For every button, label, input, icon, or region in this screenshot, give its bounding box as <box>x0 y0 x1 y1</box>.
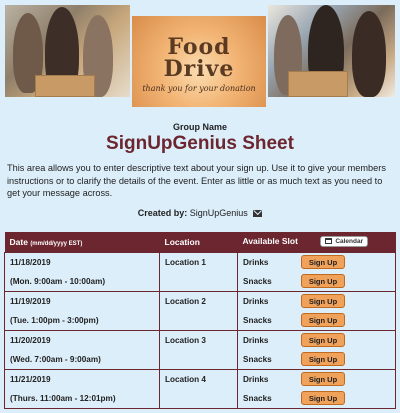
group-name: Group Name <box>172 122 227 132</box>
sign-up-button[interactable]: Sign Up <box>301 255 345 269</box>
calendar-icon <box>325 238 333 245</box>
slot-date: 11/20/2019 <box>10 335 51 345</box>
page-title: SignUpGenius Sheet <box>106 133 294 154</box>
slot-name: Snacks <box>243 276 272 286</box>
sign-up-button[interactable]: Sign Up <box>301 313 345 327</box>
slot-name: Drinks <box>243 257 269 267</box>
slot-name: Drinks <box>243 374 269 384</box>
mail-icon[interactable] <box>253 210 263 217</box>
slot-location: Location 2 <box>165 296 206 306</box>
date-cell: 11/19/2019 (Tue. 1:00pm - 3:00pm) <box>4 290 160 331</box>
slot-time: (Tue. 1:00pm - 3:00pm) <box>10 315 99 325</box>
sign-up-button[interactable]: Sign Up <box>301 391 345 405</box>
slots-cell: Drinks Sign Up Snacks Sign Up <box>237 368 396 409</box>
sign-up-button[interactable]: Sign Up <box>301 294 345 308</box>
slots-cell: Drinks Sign Up Snacks Sign Up <box>237 329 396 370</box>
location-cell: Location 4 <box>159 368 238 409</box>
sign-up-button[interactable]: Sign Up <box>301 372 345 386</box>
location-cell: Location 1 <box>159 251 238 292</box>
food-drive-logo: Food Drive thank you for your donation <box>132 16 266 107</box>
col-slot-header: Available Slot Calendar <box>238 232 396 252</box>
table-row: 11/18/2019 (Mon. 9:00am - 10:00am) Locat… <box>4 251 396 292</box>
slot-time: (Thurs. 11:00am - 12:01pm) <box>10 393 116 403</box>
date-cell: 11/18/2019 (Mon. 9:00am - 10:00am) <box>4 251 160 292</box>
table-header: Date (mm/dd/yyyy EST) Location Available… <box>4 232 396 252</box>
slot-name: Drinks <box>243 335 269 345</box>
slot-row: Snacks Sign Up <box>238 389 395 408</box>
slot-name: Drinks <box>243 296 269 306</box>
slot-date: 11/18/2019 <box>10 257 51 267</box>
slot-row: Drinks Sign Up <box>238 370 395 389</box>
slot-time: (Mon. 9:00am - 10:00am) <box>10 276 106 286</box>
created-by: Created by: SignUpGenius <box>0 208 400 218</box>
created-by-name[interactable]: SignUpGenius <box>190 208 248 218</box>
slot-location: Location 4 <box>165 374 206 384</box>
slot-row: Drinks Sign Up <box>238 253 395 272</box>
sign-up-button[interactable]: Sign Up <box>301 352 345 366</box>
table-row: 11/21/2019 (Thurs. 11:00am - 12:01pm) Lo… <box>4 368 396 409</box>
description-text: This area allows you to enter descriptiv… <box>7 163 386 198</box>
date-cell: 11/21/2019 (Thurs. 11:00am - 12:01pm) <box>4 368 160 409</box>
slot-row: Snacks Sign Up <box>238 272 395 291</box>
volunteers-photo-right <box>268 5 395 97</box>
date-cell: 11/20/2019 (Wed. 7:00am - 9:00am) <box>4 329 160 370</box>
header-banner: Food Drive thank you for your donation <box>0 0 400 107</box>
col-location-header: Location <box>164 236 200 247</box>
slot-date: 11/19/2019 <box>10 296 51 306</box>
slot-row: Snacks Sign Up <box>238 311 395 330</box>
location-cell: Location 3 <box>159 329 238 370</box>
signup-table: Date (mm/dd/yyyy EST) Location Available… <box>4 232 396 409</box>
slot-name: Snacks <box>243 315 272 325</box>
table-row: 11/20/2019 (Wed. 7:00am - 9:00am) Locati… <box>4 329 396 370</box>
slot-location: Location 3 <box>165 335 206 345</box>
slot-row: Snacks Sign Up <box>238 350 395 369</box>
calendar-button[interactable]: Calendar <box>320 236 369 248</box>
slot-row: Drinks Sign Up <box>238 331 395 350</box>
slot-location: Location 1 <box>165 257 206 267</box>
slot-time: (Wed. 7:00am - 9:00am) <box>10 354 101 364</box>
created-by-label: Created by: <box>137 208 188 218</box>
slot-date: 11/21/2019 <box>10 374 51 384</box>
slot-name: Snacks <box>243 393 272 403</box>
slot-row: Drinks Sign Up <box>238 292 395 311</box>
sign-up-button[interactable]: Sign Up <box>301 333 345 347</box>
slot-name: Snacks <box>243 354 272 364</box>
table-row: 11/19/2019 (Tue. 1:00pm - 3:00pm) Locati… <box>4 290 396 331</box>
slots-cell: Drinks Sign Up Snacks Sign Up <box>237 251 396 292</box>
slots-cell: Drinks Sign Up Snacks Sign Up <box>237 290 396 331</box>
sign-up-button[interactable]: Sign Up <box>301 274 345 288</box>
col-date-header: Date (mm/dd/yyyy EST) <box>9 236 83 247</box>
location-cell: Location 2 <box>159 290 238 331</box>
volunteers-photo-left <box>5 5 130 97</box>
